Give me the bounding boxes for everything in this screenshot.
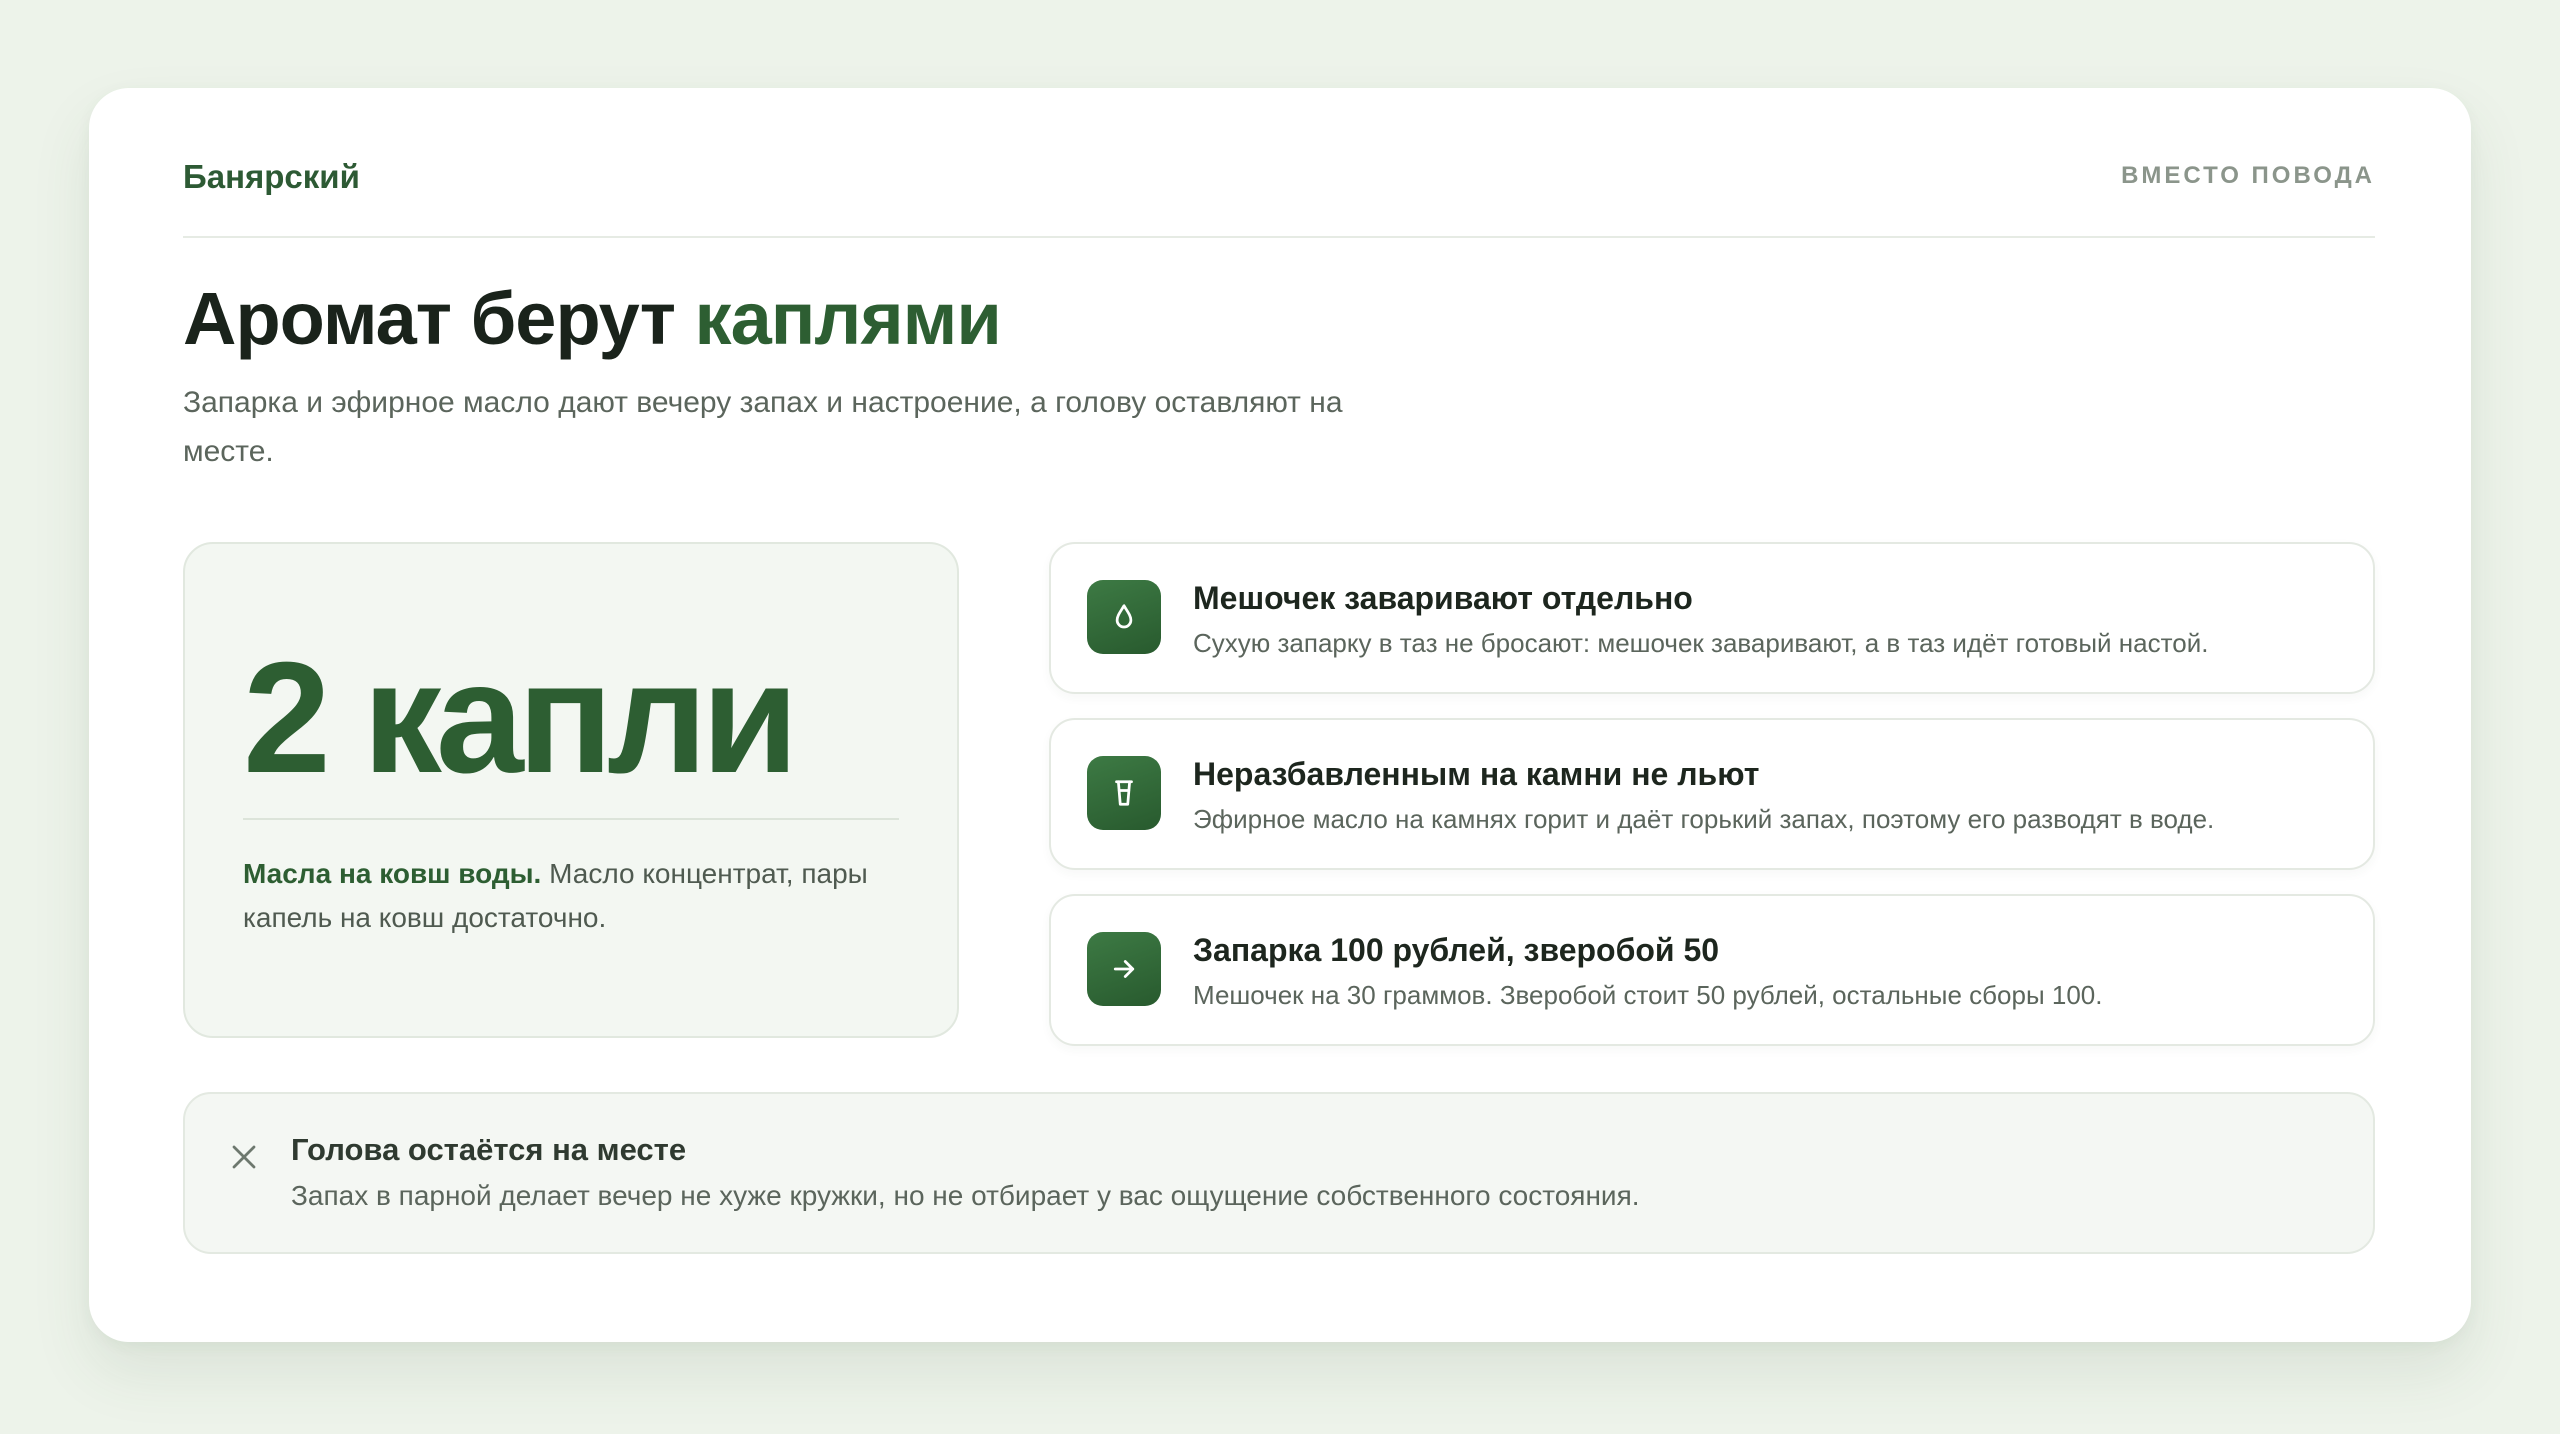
header-tagline: ВМЕСТО ПОВОДА bbox=[2121, 162, 2375, 189]
feature-description: Сухую запарку в таз не бросают: мешочек … bbox=[1193, 628, 2209, 658]
feature-title: Неразбавленным на камни не льют bbox=[1193, 756, 1760, 792]
feature-title: Мешочек заваривают отдельно bbox=[1193, 580, 1693, 616]
page-title: Аромат берут каплями bbox=[183, 276, 1002, 361]
close-icon bbox=[232, 1145, 256, 1169]
note-title: Голова остаётся на месте bbox=[291, 1132, 687, 1167]
title-main: Аромат берут bbox=[183, 277, 695, 360]
stat-description: Масла на ковш воды. Масло концентрат, па… bbox=[243, 852, 903, 940]
arrow-right-icon bbox=[1087, 932, 1161, 1006]
glass-icon bbox=[1087, 756, 1161, 830]
brand-logo[interactable]: Банярский bbox=[183, 158, 360, 196]
stat-lead: Масла на ковш воды. bbox=[243, 858, 542, 889]
note-banner: Голова остаётся на месте Запах в парной … bbox=[183, 1092, 2375, 1254]
feature-title: Запарка 100 рублей, зверобой 50 bbox=[1193, 932, 1720, 968]
feature-card-stones: Неразбавленным на камни не льют Эфирное … bbox=[1049, 718, 2375, 870]
main-card: Банярский ВМЕСТО ПОВОДА Аромат берут кап… bbox=[89, 88, 2471, 1342]
stat-card: 2 капли Масла на ковш воды. Масло концен… bbox=[183, 542, 959, 1038]
drop-icon bbox=[1087, 580, 1161, 654]
stat-divider bbox=[243, 818, 899, 820]
feature-card-price: Запарка 100 рублей, зверобой 50 Мешочек … bbox=[1049, 894, 2375, 1046]
header: Банярский ВМЕСТО ПОВОДА bbox=[183, 88, 2375, 238]
feature-card-bag: Мешочек заваривают отдельно Сухую запарк… bbox=[1049, 542, 2375, 694]
feature-description: Мешочек на 30 граммов. Зверобой стоит 50… bbox=[1193, 980, 2103, 1010]
note-description: Запах в парной делает вечер не хуже круж… bbox=[291, 1180, 1640, 1211]
title-accent: каплями bbox=[694, 277, 1002, 360]
stat-value: 2 капли bbox=[243, 630, 799, 806]
feature-description: Эфирное масло на камнях горит и даёт гор… bbox=[1193, 804, 2215, 834]
page-subtitle: Запарка и эфирное масло дают вечеру запа… bbox=[183, 386, 1343, 468]
